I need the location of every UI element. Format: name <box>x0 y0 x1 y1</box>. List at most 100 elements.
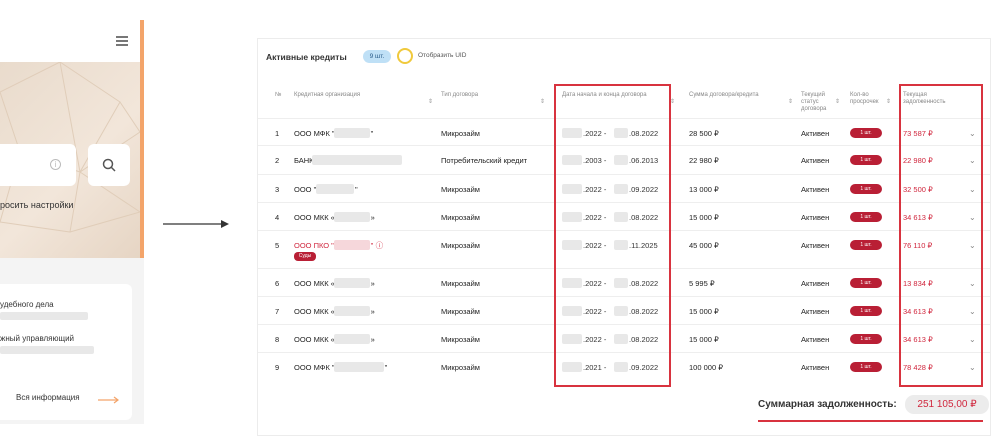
redacted-text <box>0 312 88 320</box>
redacted-text <box>0 346 94 354</box>
contract-type: Потребительский кредит <box>441 156 528 165</box>
col-header-overdue[interactable]: Кол-во просрочек <box>850 92 886 106</box>
contract-sum: 15 000 ₽ <box>689 213 719 222</box>
row-number: 7 <box>275 307 280 316</box>
info-icon: i <box>50 159 61 170</box>
row-number: 1 <box>275 129 280 138</box>
contract-sum: 5 995 ₽ <box>689 279 715 288</box>
redacted-text <box>333 306 370 316</box>
overdue-count-badge: 1 шт. <box>850 212 882 222</box>
total-debt-label: Суммарная задолженность: <box>758 399 897 410</box>
col-header-sum[interactable]: Сумма договора/кредита <box>689 92 759 99</box>
credit-org-name-end: " <box>384 363 388 372</box>
left-search-input[interactable]: i <box>0 144 76 186</box>
redacted-text <box>333 362 384 372</box>
redacted-text <box>333 240 370 250</box>
sort-icon[interactable]: ⇕ <box>788 99 793 106</box>
overdue-count-badge: 1 шт. <box>850 240 882 250</box>
card-line-court: удебного дела <box>0 300 54 309</box>
overdue-count-badge: 1 шт. <box>850 128 882 138</box>
contract-status: Активен <box>801 241 830 250</box>
left-header <box>0 20 140 62</box>
contract-status: Активен <box>801 335 830 344</box>
redacted-text <box>333 212 370 222</box>
credit-org-name-end: » <box>370 307 375 316</box>
col-header-type[interactable]: Тип договора <box>441 92 478 99</box>
contract-status: Активен <box>801 185 830 194</box>
contract-type: Микрозайм <box>441 335 480 344</box>
row-number: 3 <box>275 185 280 194</box>
contract-type: Микрозайм <box>441 241 480 250</box>
credit-org-name-end: " <box>370 241 374 250</box>
redacted-text <box>316 184 354 194</box>
count-badge: 9 шт. <box>363 50 391 63</box>
contract-sum: 28 500 ₽ <box>689 129 719 138</box>
contract-sum: 15 000 ₽ <box>689 307 719 316</box>
col-header-org[interactable]: Кредитная организация <box>294 92 360 99</box>
contract-type: Микрозайм <box>441 129 480 138</box>
row-number: 9 <box>275 363 280 372</box>
col-header-status[interactable]: Текущий статус договора <box>801 92 837 113</box>
contract-sum: 100 000 ₽ <box>689 363 723 372</box>
left-info-card: удебного дела жный управляющий Вся инфор… <box>0 284 132 420</box>
redacted-text <box>333 278 370 288</box>
all-info-link[interactable]: Вся информация <box>16 393 80 402</box>
contract-status: Активен <box>801 279 830 288</box>
overdue-count-badge: 1 шт. <box>850 334 882 344</box>
credit-org-name-end: » <box>370 279 375 288</box>
card-line-manager: жный управляющий <box>0 334 75 343</box>
credit-org-name: ООО МФК " <box>294 363 335 372</box>
arrow-right-icon[interactable] <box>98 396 120 404</box>
row-number: 2 <box>275 156 280 165</box>
active-credits-panel: Активные кредиты 9 шт. Отобразить UID № … <box>257 38 991 436</box>
credit-org-name-end: » <box>370 335 375 344</box>
overdue-count-badge: 1 шт. <box>850 362 882 372</box>
col-header-num: № <box>275 92 282 98</box>
reset-settings-link[interactable]: росить настройки <box>0 200 73 210</box>
credit-org-name: ООО ПКО " <box>294 241 334 250</box>
sort-icon[interactable]: ⇕ <box>835 99 840 106</box>
contract-type: Микрозайм <box>441 279 480 288</box>
redacted-text <box>333 334 370 344</box>
redacted-text <box>333 128 370 138</box>
highlight-dates-column <box>554 84 671 387</box>
redacted-text <box>311 155 402 165</box>
contract-status: Активен <box>801 307 830 316</box>
transition-arrow-icon <box>163 220 229 228</box>
court-badge: Суды <box>294 252 316 261</box>
credit-org-name: ООО МКК « <box>294 213 335 222</box>
credit-org-name-end: » <box>370 213 375 222</box>
highlight-debt-column <box>899 84 983 387</box>
row-number: 4 <box>275 213 280 222</box>
contract-status: Активен <box>801 213 830 222</box>
contract-status: Активен <box>801 363 830 372</box>
info-icon[interactable]: ⓘ <box>376 240 384 251</box>
sort-icon[interactable]: ⇕ <box>886 99 891 106</box>
contract-status: Активен <box>801 156 830 165</box>
left-search-button[interactable] <box>88 144 130 186</box>
overdue-count-badge: 1 шт. <box>850 184 882 194</box>
credit-org-name-end: " <box>355 185 358 194</box>
left-accent-bar <box>140 20 144 258</box>
show-uid-label: Отобразить UID <box>418 52 467 59</box>
contract-sum: 22 980 ₽ <box>689 156 719 165</box>
credit-org-name: ООО МКК « <box>294 279 335 288</box>
overdue-count-badge: 1 шт. <box>850 306 882 316</box>
contract-status: Активен <box>801 129 830 138</box>
contract-sum: 45 000 ₽ <box>689 241 719 250</box>
overdue-count-badge: 1 шт. <box>850 278 882 288</box>
contract-type: Микрозайм <box>441 185 480 194</box>
contract-type: Микрозайм <box>441 213 480 222</box>
panel-title: Активные кредиты <box>266 52 347 62</box>
contract-sum: 13 000 ₽ <box>689 185 719 194</box>
show-uid-toggle[interactable] <box>397 48 413 64</box>
credit-org-name: ООО МФК " <box>294 129 335 138</box>
left-screenshot: i росить настройки удебного дела жный уп… <box>0 20 144 424</box>
hamburger-menu-icon[interactable] <box>116 36 128 46</box>
sort-icon[interactable]: ⇕ <box>540 99 545 106</box>
credit-org-name: ООО МКК « <box>294 335 335 344</box>
sort-icon[interactable]: ⇕ <box>428 99 433 106</box>
credit-org-name: ООО " <box>294 185 317 194</box>
overdue-count-badge: 1 шт. <box>850 155 882 165</box>
total-underline <box>758 420 983 422</box>
